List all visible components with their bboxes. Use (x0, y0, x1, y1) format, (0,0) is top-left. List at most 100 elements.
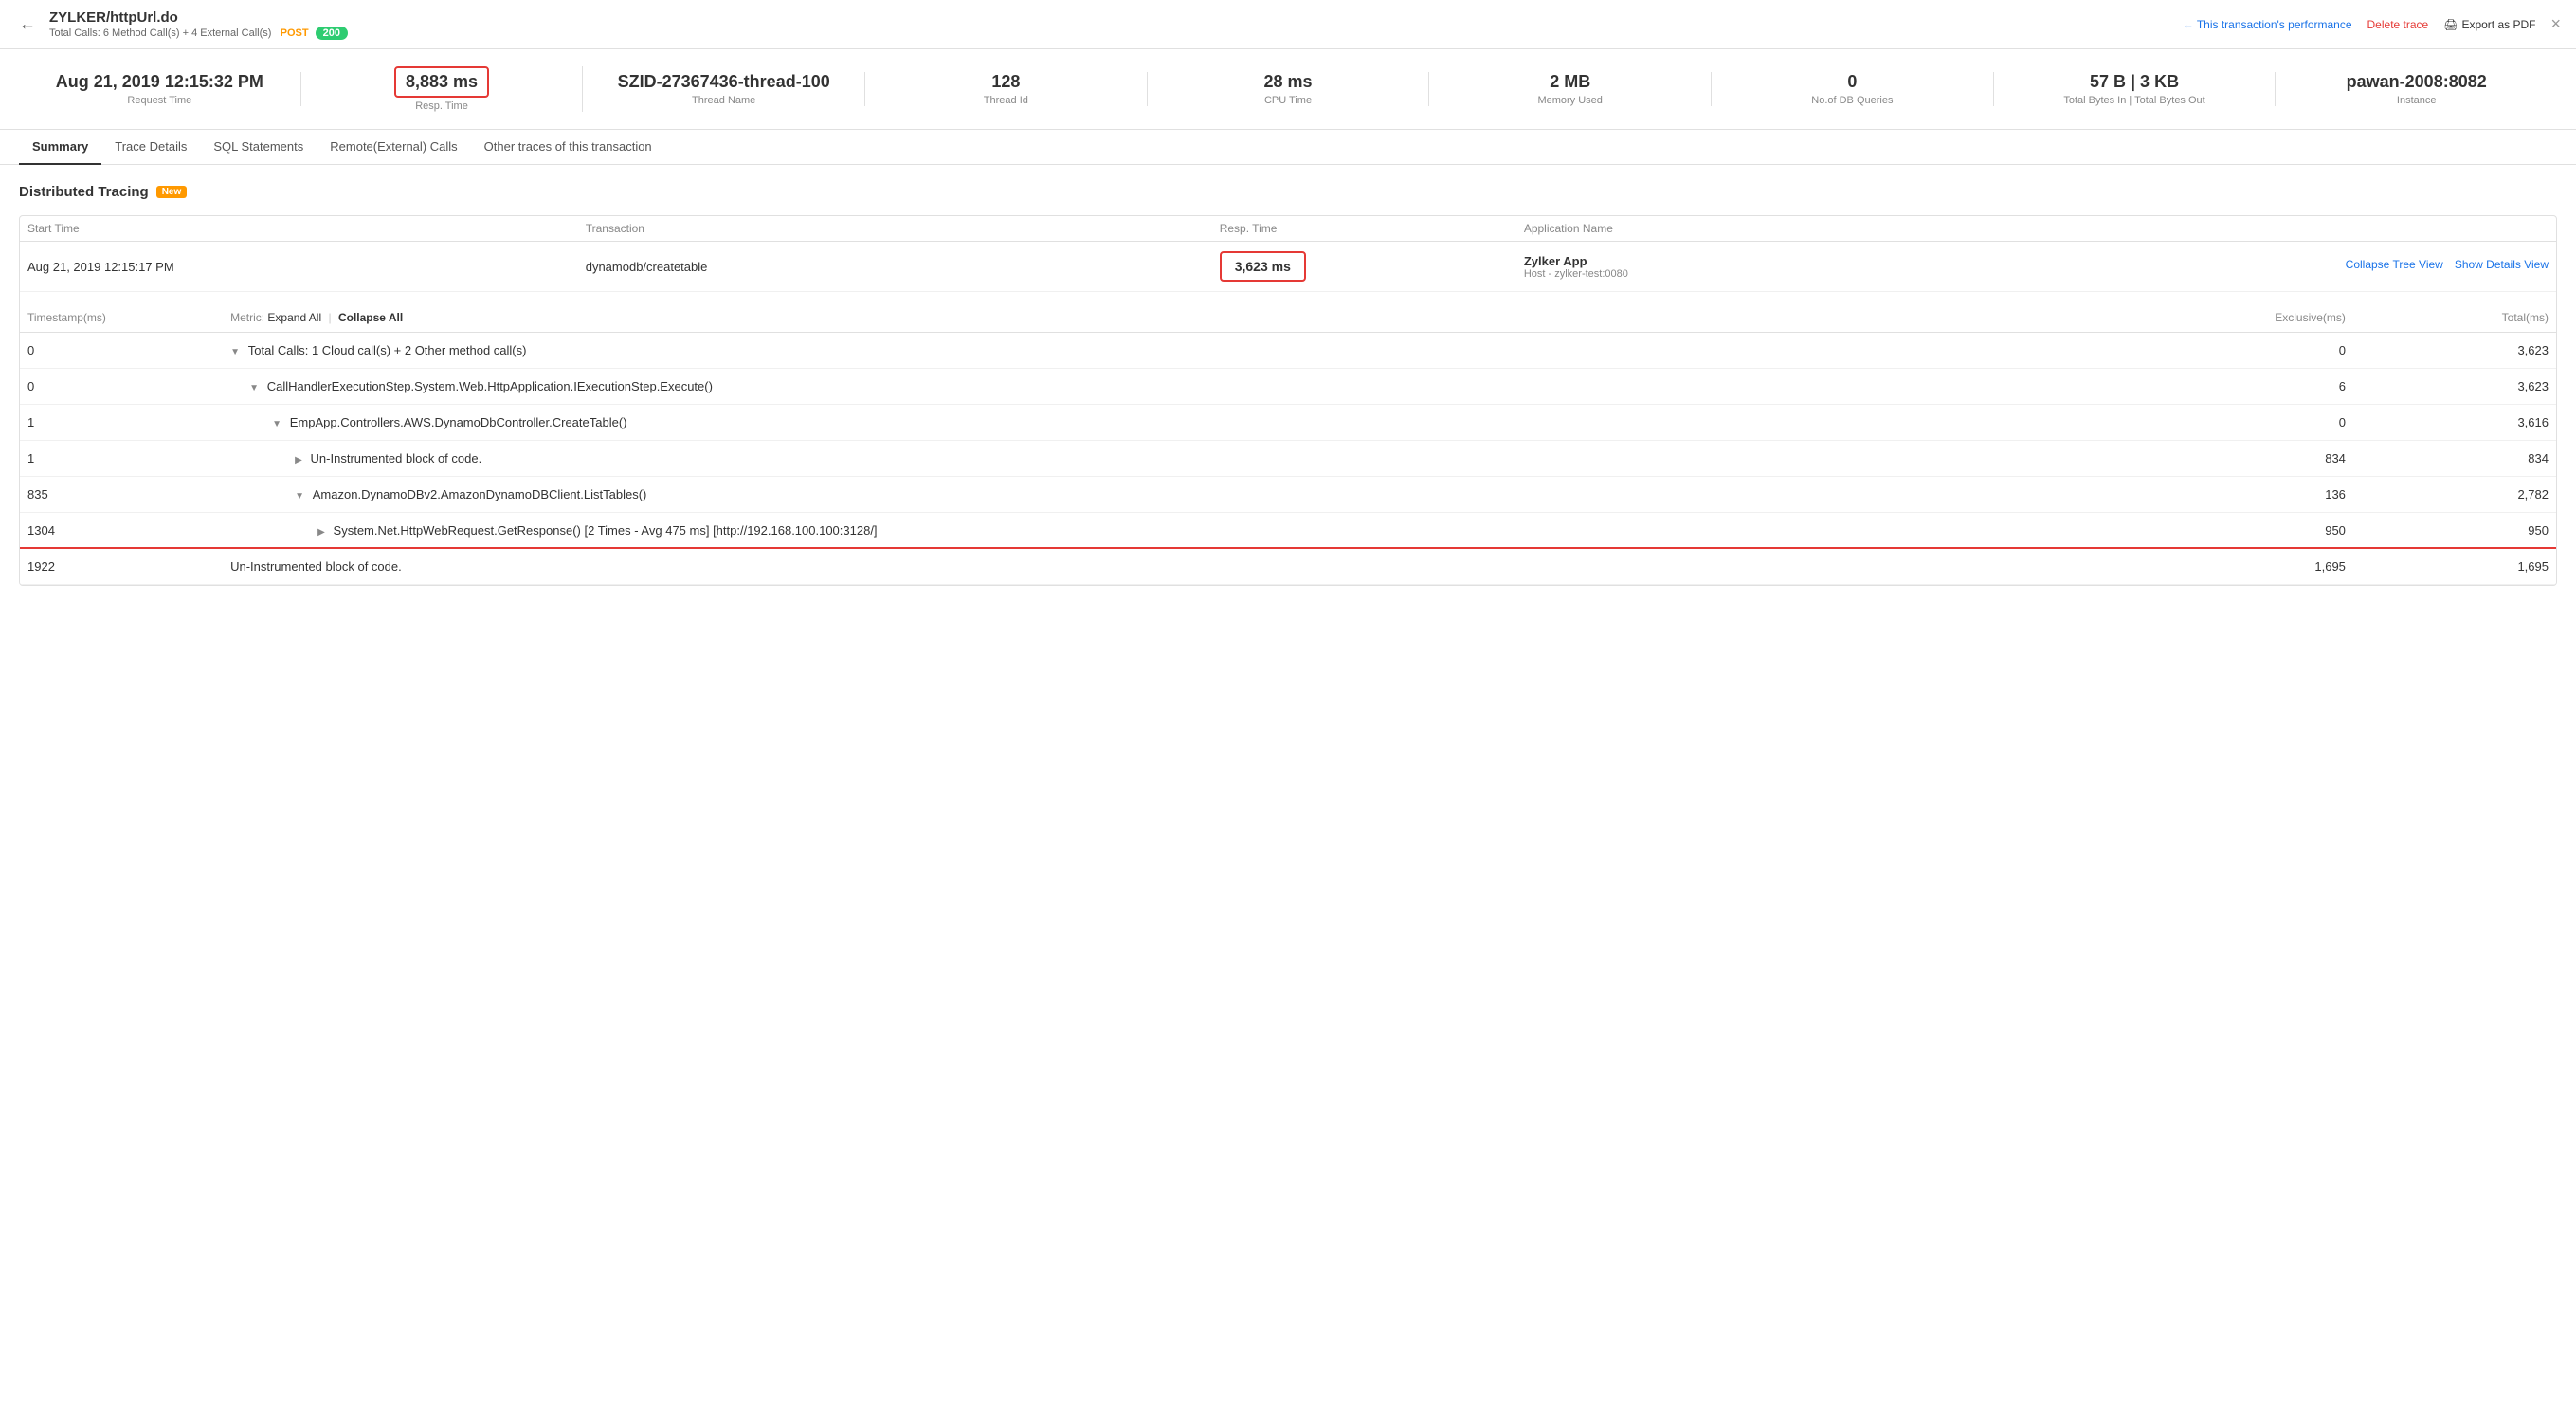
trace-metric: ▼ CallHandlerExecutionStep.System.Web.Ht… (223, 369, 2099, 405)
trace-total: 834 (2353, 441, 2556, 477)
dt-transaction-value: dynamodb/createtable (578, 242, 1212, 292)
tab-bar: SummaryTrace DetailsSQL StatementsRemote… (0, 130, 2576, 165)
stat-label: Resp. Time (313, 100, 571, 112)
trace-total: 1,695 (2353, 549, 2556, 585)
perf-link[interactable]: This transaction's performance (2183, 18, 2352, 31)
col-exclusive: Exclusive(ms) (2099, 303, 2353, 333)
trace-metric: Un-Instrumented block of code. (223, 549, 2099, 585)
content-area: Distributed Tracing New Start Time Trans… (0, 165, 2576, 605)
trace-row: 1▼ EmpApp.Controllers.AWS.DynamoDbContro… (20, 405, 2556, 441)
trace-metric: ▶ Un-Instrumented block of code. (223, 441, 2099, 477)
dt-table: Start Time Transaction Resp. Time Applic… (20, 216, 2556, 292)
trace-total: 3,623 (2353, 369, 2556, 405)
stat-value: 128 (877, 72, 1135, 92)
trace-total: 3,623 (2353, 333, 2556, 369)
tab-trace-details[interactable]: Trace Details (101, 130, 200, 165)
page-subtitle: Total Calls: 6 Method Call(s) + 4 Extern… (49, 27, 348, 39)
col-timestamp: Timestamp(ms) (20, 303, 223, 333)
stats-bar: Aug 21, 2019 12:15:32 PMRequest Time8,88… (0, 49, 2576, 130)
col-metric: Metric: Expand All | Collapse All (223, 303, 2099, 333)
collapse-icon[interactable]: ▼ (272, 419, 284, 429)
stat-label: No.of DB Queries (1723, 95, 1982, 106)
dt-app-info: Zylker App Host - zylker-test:0080 (1524, 254, 1628, 280)
trace-row: 835▼ Amazon.DynamoDBv2.AmazonDynamoDBCli… (20, 477, 2556, 513)
stat-value: 0 (1723, 72, 1982, 92)
trace-row: 1922Un-Instrumented block of code.1,6951… (20, 549, 2556, 585)
expand-icon[interactable]: ▶ (295, 455, 304, 465)
dt-col-start-time: Start Time (20, 216, 578, 242)
expand-all-button[interactable]: Expand All (267, 311, 321, 324)
col-total: Total(ms) (2353, 303, 2556, 333)
tab-summary[interactable]: Summary (19, 130, 101, 165)
trace-timestamp: 1304 (20, 513, 223, 549)
expand-icon[interactable]: ▶ (317, 527, 327, 538)
tab-sql-statements[interactable]: SQL Statements (200, 130, 317, 165)
page-header: ← ZYLKER/httpUrl.do Total Calls: 6 Metho… (0, 0, 2576, 49)
method-badge: POST (281, 27, 309, 39)
collapse-tree-view-button[interactable]: Collapse Tree View (2346, 258, 2443, 271)
collapse-icon[interactable]: ▼ (230, 347, 243, 357)
dt-col-transaction: Transaction (578, 216, 1212, 242)
dt-app-cell: Zylker App Host - zylker-test:0080 Colla… (1516, 242, 2556, 292)
stat-label: Instance (2287, 95, 2546, 106)
dt-app-actions: Collapse Tree View Show Details View (2346, 258, 2549, 271)
trace-header-row: Timestamp(ms) Metric: Expand All | Colla… (20, 303, 2556, 333)
dt-start-time-value: Aug 21, 2019 12:15:17 PM (20, 242, 578, 292)
collapse-all-button[interactable]: Collapse All (338, 311, 403, 324)
dt-col-resp-time: Resp. Time (1212, 216, 1516, 242)
header-right: This transaction's performance Delete tr… (2183, 14, 2561, 34)
dt-app-host: Host - zylker-test:0080 (1524, 268, 1628, 280)
export-button[interactable]: 🖨 Export as PDF (2443, 18, 2535, 31)
show-details-view-button[interactable]: Show Details View (2455, 258, 2549, 271)
trace-total: 950 (2353, 513, 2556, 549)
stat-value: 57 B | 3 KB (2005, 72, 2264, 92)
stat-value: 8,883 ms (394, 66, 489, 98)
section-title-text: Distributed Tracing (19, 184, 149, 200)
stat-label: Thread Id (877, 95, 1135, 106)
collapse-icon[interactable]: ▼ (249, 383, 262, 393)
dt-col-app-name: Application Name (1516, 216, 2556, 242)
stat-value: 28 ms (1159, 72, 1418, 92)
trace-timestamp: 835 (20, 477, 223, 513)
stat-value: SZID-27367436-thread-100 (594, 72, 853, 92)
tab-remoteexternal-calls[interactable]: Remote(External) Calls (317, 130, 470, 165)
trace-exclusive: 6 (2099, 369, 2353, 405)
trace-exclusive: 0 (2099, 333, 2353, 369)
dt-resp-time-value: 3,623 ms (1220, 251, 1306, 282)
trace-row: 0▼ CallHandlerExecutionStep.System.Web.H… (20, 369, 2556, 405)
trace-total: 2,782 (2353, 477, 2556, 513)
trace-timestamp: 0 (20, 369, 223, 405)
header-title-block: ZYLKER/httpUrl.do Total Calls: 6 Method … (49, 9, 348, 39)
trace-table: Timestamp(ms) Metric: Expand All | Colla… (20, 303, 2556, 585)
distributed-tracing-container: Start Time Transaction Resp. Time Applic… (19, 215, 2557, 586)
trace-row: 1304▶ System.Net.HttpWebRequest.GetRespo… (20, 513, 2556, 549)
dt-app-name: Zylker App (1524, 254, 1628, 268)
stat-item: 128 Thread Id (865, 72, 1148, 106)
close-button[interactable]: × (2550, 14, 2561, 34)
trace-timestamp: 1922 (20, 549, 223, 585)
trace-row: 1▶ Un-Instrumented block of code.834834 (20, 441, 2556, 477)
delete-trace-button[interactable]: Delete trace (2367, 18, 2429, 31)
trace-total: 3,616 (2353, 405, 2556, 441)
stat-item: 8,883 ms Resp. Time (301, 66, 584, 112)
dt-data-row: Aug 21, 2019 12:15:17 PM dynamodb/create… (20, 242, 2556, 292)
trace-metric: ▶ System.Net.HttpWebRequest.GetResponse(… (223, 513, 2099, 549)
trace-timestamp: 0 (20, 333, 223, 369)
dt-header-row: Start Time Transaction Resp. Time Applic… (20, 216, 2556, 242)
page-title: ZYLKER/httpUrl.do (49, 9, 348, 26)
header-left: ← ZYLKER/httpUrl.do Total Calls: 6 Metho… (15, 9, 348, 39)
back-button[interactable]: ← (15, 14, 40, 34)
trace-exclusive: 136 (2099, 477, 2353, 513)
stat-label: Total Bytes In | Total Bytes Out (2005, 95, 2264, 106)
collapse-icon[interactable]: ▼ (295, 491, 307, 501)
trace-exclusive: 1,695 (2099, 549, 2353, 585)
dt-resp-time-cell: 3,623 ms (1212, 242, 1516, 292)
trace-metric: ▼ Amazon.DynamoDBv2.AmazonDynamoDBClient… (223, 477, 2099, 513)
stat-label: Memory Used (1441, 95, 1699, 106)
stat-label: Thread Name (594, 95, 853, 106)
tab-other-traces-of-this-transaction[interactable]: Other traces of this transaction (471, 130, 665, 165)
stat-value: 2 MB (1441, 72, 1699, 92)
stat-item: 2 MB Memory Used (1429, 72, 1712, 106)
export-icon: 🖨 (2443, 18, 2458, 31)
stat-value: pawan-2008:8082 (2287, 72, 2546, 92)
